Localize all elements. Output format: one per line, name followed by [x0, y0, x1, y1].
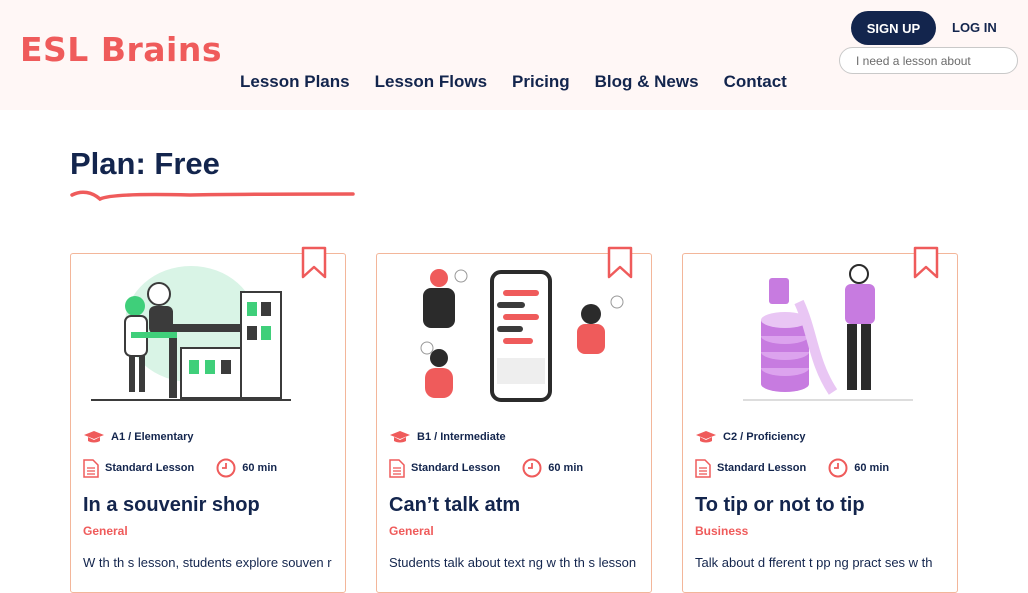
page-title: Plan: Free	[70, 146, 220, 181]
signup-button[interactable]: SIGN UP	[851, 11, 936, 45]
login-link[interactable]: LOG IN	[952, 20, 997, 35]
lesson-description: Students talk about text ng w th th s le…	[389, 555, 637, 570]
site-header: ESL Brains Lesson Plans Lesson Flows Pri…	[0, 0, 1028, 110]
lesson-card[interactable]: C2 / Proficiency Standard Lesson 60 min …	[682, 246, 958, 593]
lesson-description: W th th s lesson, students explore souve…	[83, 555, 332, 570]
clock-icon	[522, 458, 542, 478]
nav-contact[interactable]: Contact	[724, 72, 787, 92]
main-nav: Lesson Plans Lesson Flows Pricing Blog &…	[240, 72, 787, 92]
lesson-title[interactable]: To tip or not to tip	[695, 494, 865, 517]
lesson-card[interactable]: B1 / Intermediate Standard Lesson 60 min…	[376, 246, 652, 593]
lesson-title[interactable]: Can’t talk atm	[389, 494, 520, 517]
lesson-level: B1 / Intermediate	[389, 430, 506, 444]
level-label: B1 / Intermediate	[417, 431, 506, 443]
lesson-card[interactable]: A1 / Elementary Standard Lesson 60 min I…	[70, 246, 346, 593]
lesson-type: Standard Lesson	[411, 462, 501, 474]
document-icon	[695, 458, 711, 478]
nav-lesson-flows[interactable]: Lesson Flows	[375, 72, 487, 92]
clock-icon	[216, 458, 236, 478]
nav-lesson-plans[interactable]: Lesson Plans	[240, 72, 350, 92]
lesson-duration: 60 min	[548, 462, 584, 474]
lesson-category: Business	[695, 524, 749, 538]
site-logo[interactable]: ESL Brains	[20, 30, 222, 69]
graduation-cap-icon	[84, 431, 104, 443]
nav-blog-news[interactable]: Blog & News	[595, 72, 699, 92]
lesson-meta: Standard Lesson 60 min	[695, 458, 911, 478]
lesson-type: Standard Lesson	[717, 462, 807, 474]
lesson-level: A1 / Elementary	[83, 430, 194, 444]
nav-pricing[interactable]: Pricing	[512, 72, 570, 92]
lesson-duration: 60 min	[854, 462, 890, 474]
shop-illustration	[91, 266, 291, 401]
lesson-level: C2 / Proficiency	[695, 430, 806, 444]
lesson-category: General	[389, 524, 434, 538]
document-icon	[389, 458, 405, 478]
lesson-category: General	[83, 524, 128, 538]
title-underline	[70, 190, 355, 202]
lesson-duration: 60 min	[242, 462, 278, 474]
lesson-title[interactable]: In a souvenir shop	[83, 494, 260, 517]
tipping-illustration	[743, 264, 913, 401]
lesson-meta: Standard Lesson 60 min	[389, 458, 605, 478]
level-label: A1 / Elementary	[111, 431, 194, 443]
document-icon	[83, 458, 99, 478]
clock-icon	[828, 458, 848, 478]
lesson-description: Talk about d fferent t pp ng pract ses w…	[695, 555, 933, 570]
graduation-cap-icon	[696, 431, 716, 443]
lesson-search-input[interactable]	[839, 47, 1018, 74]
lesson-type: Standard Lesson	[105, 462, 195, 474]
texting-illustration	[420, 269, 624, 402]
level-label: C2 / Proficiency	[723, 431, 806, 443]
graduation-cap-icon	[390, 431, 410, 443]
lesson-meta: Standard Lesson 60 min	[83, 458, 299, 478]
